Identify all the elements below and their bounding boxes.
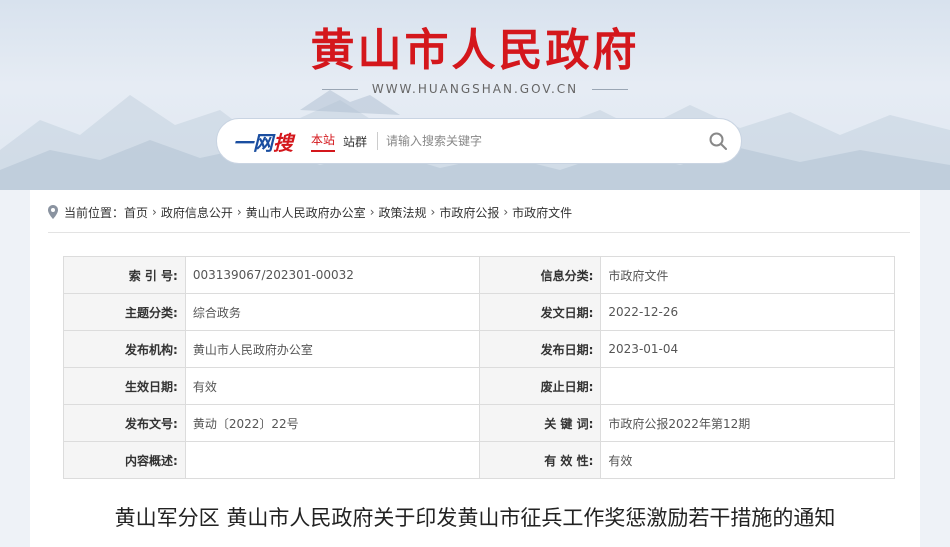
label-validity: 有 效 性: [478, 441, 602, 479]
breadcrumb-home[interactable]: 首页 [124, 204, 148, 221]
breadcrumb-policy[interactable]: 政策法规 [379, 204, 427, 221]
table-row: 主题分类: 综合政务 发文日期: 2022-12-26 [63, 293, 895, 331]
site-header: 黄山市人民政府 WWW.HUANGSHAN.GOV.CN 一网搜 本站 站群 [0, 0, 950, 190]
breadcrumb: 当前位置： 首页 › 政府信息公开 › 黄山市人民政府办公室 › 政策法规 › … [48, 202, 572, 222]
breadcrumb-separator: › [430, 205, 436, 219]
breadcrumb-separator: › [369, 205, 375, 219]
site-url-row: WWW.HUANGSHAN.GOV.CN [0, 82, 950, 96]
breadcrumb-separator: › [503, 205, 509, 219]
search-bar: 一网搜 本站 站群 [216, 118, 742, 164]
value-effective-date: 有效 [184, 367, 480, 405]
label-index-number: 索 引 号: [63, 256, 186, 294]
value-category: 市政府文件 [600, 256, 895, 294]
table-row: 发布机构: 黄山市人民政府办公室 发布日期: 2023-01-04 [63, 330, 895, 368]
label-summary: 内容概述: [63, 441, 186, 479]
value-validity: 有效 [600, 441, 895, 479]
value-summary [184, 441, 480, 479]
breadcrumb-documents[interactable]: 市政府文件 [512, 204, 572, 221]
breadcrumb-office[interactable]: 黄山市人民政府办公室 [246, 204, 366, 221]
table-row: 索 引 号: 003139067/202301-00032 信息分类: 市政府文… [63, 256, 895, 294]
label-category: 信息分类: [478, 256, 602, 294]
scope-site-group-tab[interactable]: 站群 [343, 133, 367, 150]
site-url: WWW.HUANGSHAN.GOV.CN [371, 82, 579, 96]
scope-this-site-tab[interactable]: 本站 [311, 131, 336, 152]
main-content: 当前位置： 首页 › 政府信息公开 › 黄山市人民政府办公室 › 政策法规 › … [30, 190, 920, 547]
table-row: 发布文号: 黄动〔2022〕22号 关 键 词: 市政府公报2022年第12期 [63, 404, 895, 442]
value-topic: 综合政务 [184, 293, 480, 331]
table-row: 生效日期: 有效 废止日期: [63, 367, 895, 405]
location-pin-icon [48, 205, 58, 219]
value-repeal-date [600, 367, 895, 405]
breadcrumb-gov-info[interactable]: 政府信息公开 [161, 204, 233, 221]
search-input[interactable] [386, 126, 695, 156]
decor-line-left [321, 88, 358, 90]
value-publish-date: 2023-01-04 [600, 330, 895, 368]
value-doc-number: 黄动〔2022〕22号 [184, 404, 480, 442]
breadcrumb-gazette[interactable]: 市政府公报 [439, 204, 499, 221]
breadcrumb-separator: › [236, 205, 242, 219]
label-repeal-date: 废止日期: [478, 367, 602, 405]
search-logo-prefix: 一网 [233, 130, 273, 155]
label-topic: 主题分类: [63, 293, 186, 331]
value-index-number: 003139067/202301-00032 [184, 256, 480, 294]
search-logo-highlight: 搜 [273, 130, 293, 155]
label-issue-date: 发文日期: [478, 293, 602, 331]
decor-line-right [592, 88, 629, 90]
document-title: 黄山军分区 黄山市人民政府关于印发黄山市征兵工作奖惩激励若干措施的通知 [114, 506, 836, 530]
label-effective-date: 生效日期: [63, 367, 186, 405]
value-publisher: 黄山市人民政府办公室 [184, 330, 480, 368]
label-publisher: 发布机构: [63, 330, 186, 368]
table-row: 内容概述: 有 效 性: 有效 [63, 441, 895, 479]
label-publish-date: 发布日期: [478, 330, 602, 368]
search-logo: 一网搜 [233, 127, 293, 156]
breadcrumb-separator: › [152, 205, 157, 219]
label-keywords: 关 键 词: [478, 404, 602, 442]
label-doc-number: 发布文号: [63, 404, 186, 442]
breadcrumb-divider [48, 232, 910, 233]
value-issue-date: 2022-12-26 [600, 293, 895, 331]
search-icon [709, 132, 727, 150]
search-button[interactable] [695, 119, 741, 163]
value-keywords: 市政府公报2022年第12期 [600, 404, 895, 442]
breadcrumb-prefix: 当前位置： [64, 205, 125, 220]
document-metadata-table: 索 引 号: 003139067/202301-00032 信息分类: 市政府文… [63, 256, 895, 479]
site-title: 黄山市人民政府 [310, 25, 640, 76]
search-divider [377, 132, 379, 150]
